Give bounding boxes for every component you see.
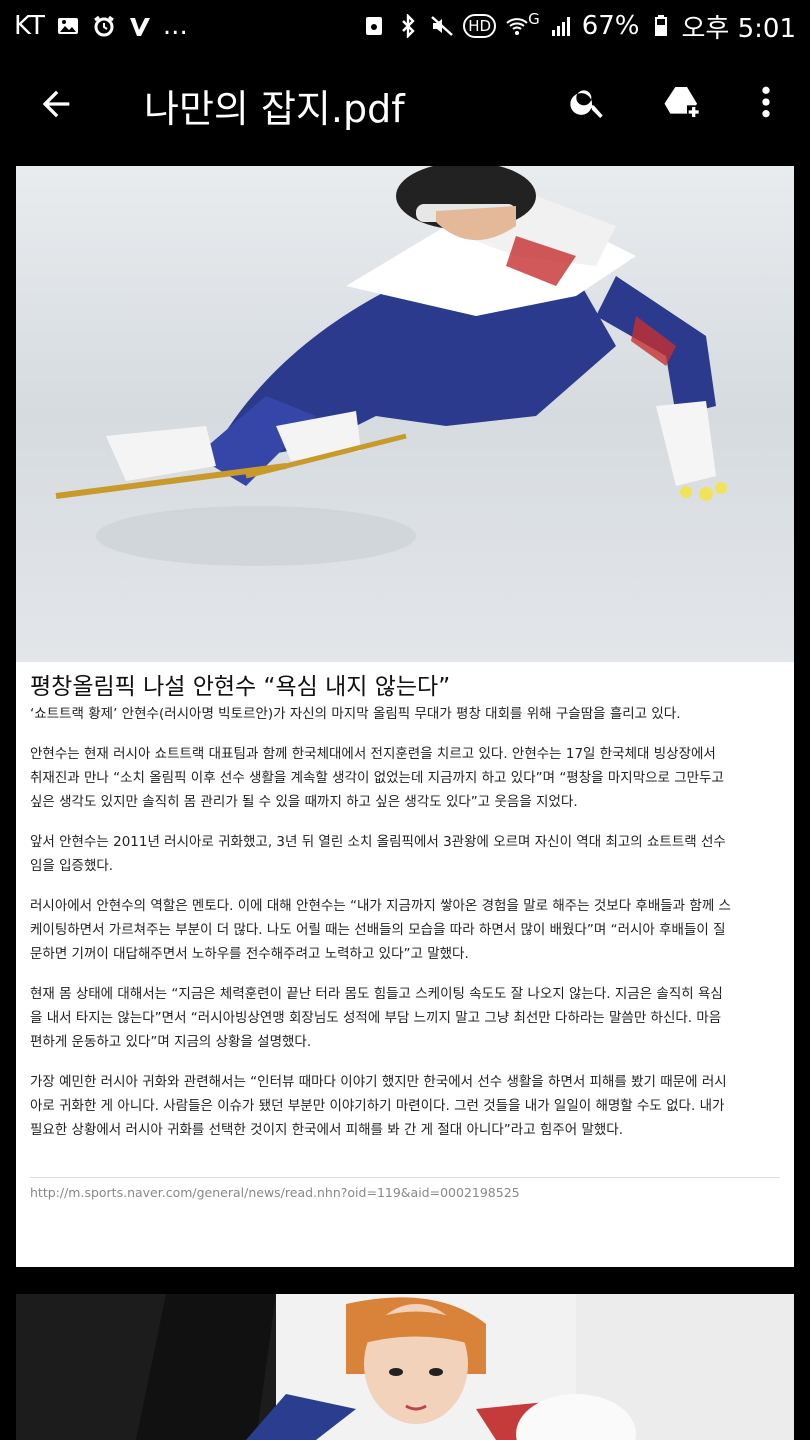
v-app-notification-icon [127,13,153,39]
article-body: 평창올림픽 나설 안현수 “욕심 내지 않는다” ‘쇼트트랙 황제’ 안현수(러… [30,672,782,1142]
battery-percent: 67% [581,11,640,41]
article-paragraph-1: 안현수는 현재 러시아 쇼트트랙 대표팀과 함께 한국체대에서 전지훈련을 치르… [30,746,724,810]
pdf-page-2 [16,1294,794,1440]
security-notification-icon [361,13,387,39]
back-arrow-icon [42,90,70,118]
skater-photo [16,166,794,662]
source-url[interactable]: http://m.sports.naver.com/general/news/r… [30,1185,520,1200]
mute-icon [429,13,455,39]
athlete-photo [16,1294,794,1440]
search-button[interactable] [564,78,612,126]
bluetooth-icon [395,13,421,39]
signal-icon [548,13,574,39]
hd-voice-badge: HD [463,14,497,38]
document-title: 나만의 잡지.pdf [144,87,405,131]
back-button[interactable] [34,82,78,126]
clock: 오후 5:01 [681,13,797,44]
article-paragraph-2: 앞서 안현수는 2011년 러시아로 귀화했고, 3년 뒤 열린 소치 올림픽에… [30,834,726,874]
article-paragraph-3: 러시아에서 안현수의 역할은 멘토다. 이에 대해 안현수는 “내가 지금까지 … [30,898,731,962]
article-paragraph-4: 현재 몸 상태에 대해서는 “지금은 체력훈련이 끝난 터라 몸도 힘들고 스케… [30,986,723,1050]
more-vert-icon [762,86,770,118]
divider [30,1177,780,1178]
more-options-button[interactable] [742,78,790,126]
article-subheadline: ‘쇼트트랙 황제’ 안현수(러시아명 빅토르안)가 자신의 마지막 올림픽 무대… [30,706,681,722]
battery-icon [648,13,674,39]
gallery-notification-icon [55,13,81,39]
app-bar: 나만의 잡지.pdf [0,52,810,152]
wifi-icon [504,13,530,39]
network-type-label: G [528,10,540,28]
article-paragraph-5: 가장 예민한 러시아 귀화와 관련해서는 “인터뷰 때마다 이야기 했지만 한국… [30,1074,727,1138]
more-notifications-label: ... [162,11,188,41]
status-bar: KT ... HD G 67% 오후 5:01 [0,0,810,52]
pdf-page-1: 평창올림픽 나설 안현수 “욕심 내지 않는다” ‘쇼트트랙 황제’ 안현수(러… [16,166,794,1267]
article-headline: 평창올림픽 나설 안현수 “욕심 내지 않는다” [30,674,451,700]
search-icon [570,90,603,118]
alarm-notification-icon [91,13,117,39]
add-to-drive-button[interactable] [658,78,706,126]
carrier-label: KT [14,11,45,41]
drive-add-icon [664,87,701,119]
